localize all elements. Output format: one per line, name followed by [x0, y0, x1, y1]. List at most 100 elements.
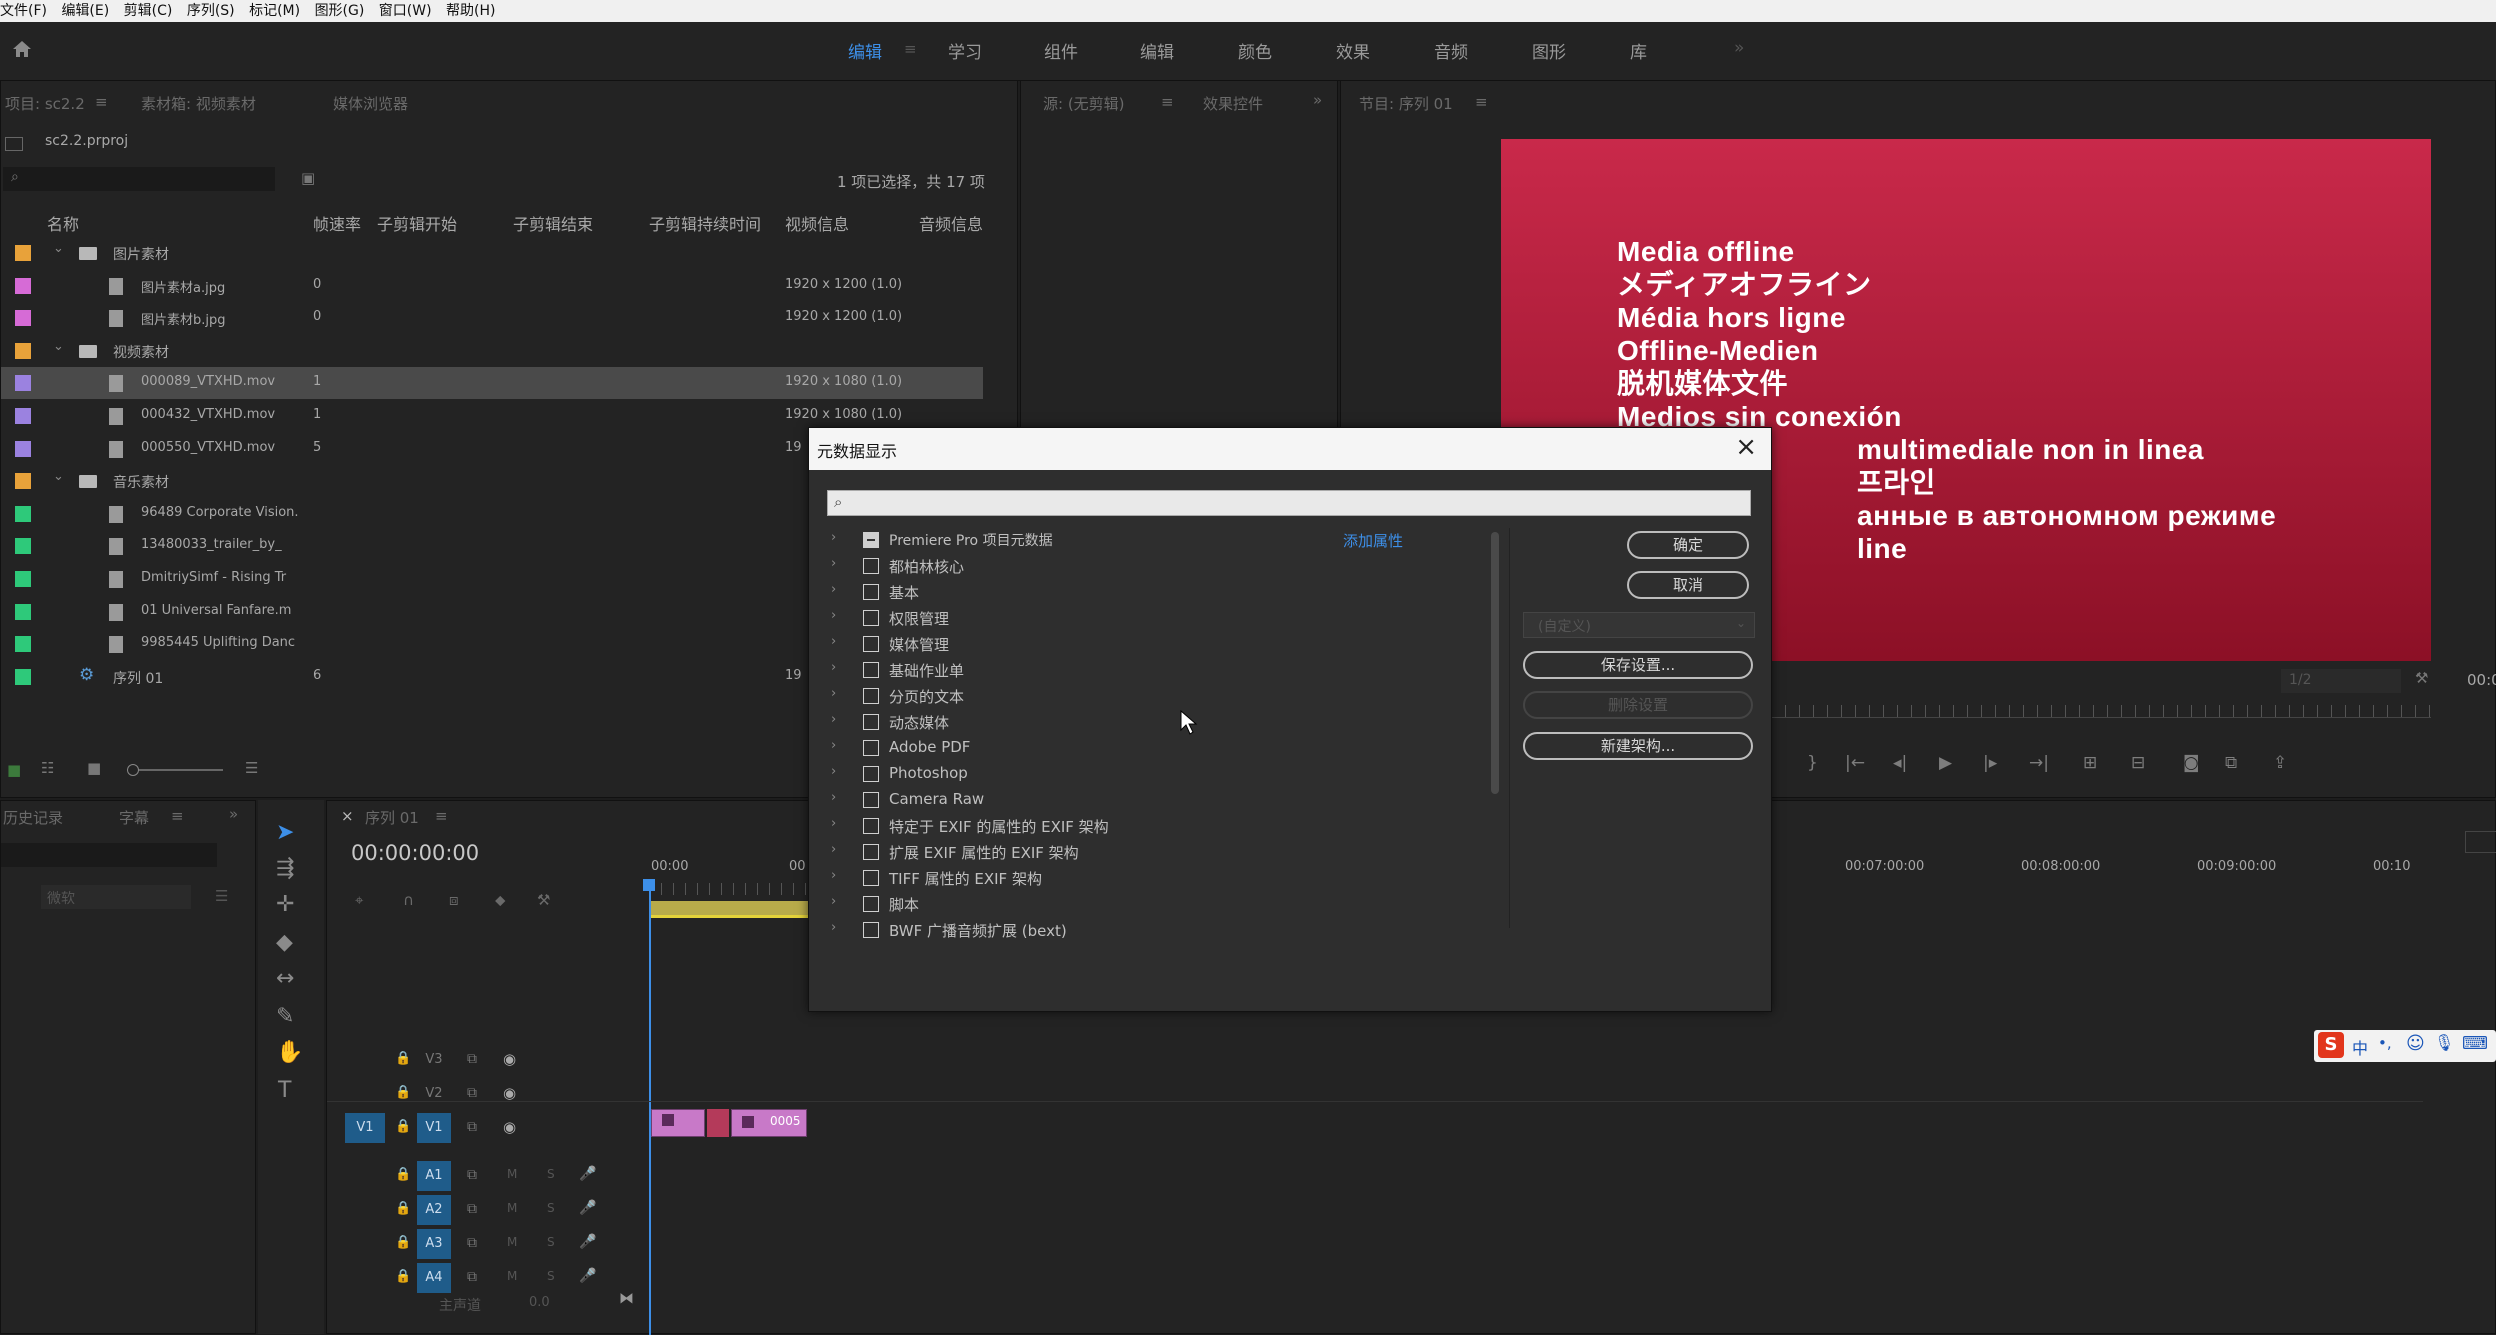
chevron-right-icon[interactable]: ›	[831, 920, 836, 935]
go-to-in-icon[interactable]: |←	[1845, 753, 1865, 773]
project-folder-row[interactable]: ⌄ 视频素材	[1, 335, 1001, 367]
export-frame-icon[interactable]: ◙	[2183, 753, 2200, 773]
metadata-schema-row[interactable]: › 分页的文本	[831, 684, 1509, 710]
track-lock-icon[interactable]: 🔒	[395, 1269, 411, 1284]
emoji-icon[interactable]: ☺	[2406, 1033, 2425, 1054]
dialog-close-icon[interactable]: ×	[1735, 432, 1757, 462]
tab-project[interactable]: 项目: sc2.2	[5, 93, 85, 114]
project-folder-row[interactable]: ⌄ 图片素材	[1, 237, 1001, 269]
schema-checkbox[interactable]	[863, 688, 879, 704]
ime-mode-label[interactable]: 中	[2352, 1035, 2368, 1059]
ime-punct-icon[interactable]: •,	[2378, 1034, 2392, 1052]
panel-overflow-icon[interactable]: »	[229, 805, 238, 823]
snap-icon[interactable]: ∩	[403, 891, 414, 909]
metadata-schema-row[interactable]: › TIFF 属性的 EXIF 架构	[831, 866, 1509, 892]
metadata-schema-row[interactable]: › 基础作业单	[831, 658, 1509, 684]
video-clip[interactable]	[651, 1109, 705, 1137]
workspace-tab-libraries[interactable]: 库	[1630, 38, 1647, 63]
label-color-swatch[interactable]	[15, 668, 31, 685]
step-forward-icon[interactable]: |▸	[1983, 753, 1997, 773]
eye-icon[interactable]: ◉	[503, 1084, 516, 1102]
selection-tool-icon[interactable]: ➤	[276, 820, 294, 845]
workspace-tab-effects[interactable]: 效果	[1336, 38, 1370, 63]
workspace-menu-icon[interactable]: ≡	[904, 40, 917, 58]
workspace-tab-assembly[interactable]: 组件	[1044, 38, 1078, 63]
column-subclip-end[interactable]: 子剪辑结束	[513, 211, 593, 235]
linked-selection-icon[interactable]: ⧈	[449, 891, 459, 909]
schema-checkbox[interactable]	[863, 714, 879, 730]
slip-icon[interactable]: ↔	[276, 966, 294, 991]
schema-checkbox[interactable]	[863, 636, 879, 652]
schema-checkbox[interactable]	[863, 532, 879, 548]
nest-icon[interactable]: ⌖	[355, 891, 363, 909]
label-color-swatch[interactable]	[15, 342, 31, 359]
go-to-end-icon[interactable]: ⧓	[619, 1289, 634, 1307]
label-color-swatch[interactable]	[15, 505, 31, 522]
metadata-schema-row[interactable]: › Camera Raw	[831, 788, 1509, 814]
tab-sequence[interactable]: 序列 01	[365, 807, 419, 828]
preset-dropdown[interactable]: (自定义) ⌄	[1523, 612, 1755, 638]
metadata-schema-row[interactable]: › Premiere Pro 项目元数据	[831, 528, 1509, 554]
track-label-a1[interactable]: A1	[417, 1161, 451, 1191]
microphone-icon[interactable]: 🎙	[2434, 1033, 2454, 1052]
zoom-slider[interactable]	[127, 764, 223, 776]
voice-over-record-icon[interactable]: 🎤	[579, 1200, 596, 1216]
menu-clip[interactable]: 剪辑(C)	[124, 0, 183, 21]
add-property-link[interactable]: 添加属性	[1343, 530, 1403, 551]
chevron-down-icon[interactable]: ⌄	[53, 469, 64, 484]
list-view-icon[interactable]: ☷	[41, 759, 54, 777]
toggle-sync-lock-icon[interactable]: ⧉	[467, 1201, 477, 1217]
timeline-divider[interactable]	[327, 1101, 2423, 1102]
track-lock-icon[interactable]: 🔒	[395, 1201, 411, 1216]
project-item-row[interactable]: 图片素材b.jpg 0 1920 x 1200 (1.0)	[1, 302, 1001, 334]
chevron-right-icon[interactable]: ›	[831, 738, 836, 753]
toggle-sync-lock-icon[interactable]: ⧉	[467, 1119, 477, 1135]
metadata-schema-row[interactable]: › Adobe PDF	[831, 736, 1509, 762]
wrench-icon[interactable]: ⚒	[2415, 669, 2428, 687]
video-clip[interactable]	[707, 1109, 729, 1137]
menu-file[interactable]: 文件(F)	[0, 0, 57, 21]
new-bin-icon[interactable]: ▣	[301, 169, 315, 187]
chevron-right-icon[interactable]: ›	[831, 764, 836, 779]
cancel-button[interactable]: 取消	[1627, 571, 1749, 599]
chevron-right-icon[interactable]: ›	[831, 608, 836, 623]
metadata-schema-row[interactable]: › BWF 广播音频扩展 (bext)	[831, 918, 1509, 944]
icon-view-icon[interactable]: ■	[87, 759, 101, 777]
mute-track-button[interactable]: M	[507, 1201, 517, 1215]
menu-window[interactable]: 窗口(W)	[379, 0, 442, 21]
menu-edit[interactable]: 编辑(E)	[61, 0, 119, 21]
ok-button[interactable]: 确定	[1627, 531, 1749, 559]
dialog-search-input[interactable]: ⌕	[827, 490, 1751, 516]
metadata-schema-row[interactable]: › 媒体管理	[831, 632, 1509, 658]
metadata-schema-row[interactable]: › 动态媒体	[831, 710, 1509, 736]
chevron-right-icon[interactable]: ›	[831, 634, 836, 649]
workspace-tab-edit[interactable]: 编辑	[1140, 38, 1174, 63]
voice-over-record-icon[interactable]: 🎤	[579, 1166, 596, 1182]
label-color-swatch[interactable]	[15, 571, 31, 587]
metadata-schema-row[interactable]: › 脚本	[831, 892, 1509, 918]
track-label-a3[interactable]: A3	[417, 1229, 451, 1259]
chevron-right-icon[interactable]: ›	[831, 660, 836, 675]
label-color-swatch[interactable]	[15, 603, 31, 620]
timeline-ruler[interactable]	[649, 883, 809, 895]
eye-icon[interactable]: ◉	[503, 1050, 516, 1068]
play-icon[interactable]: ▶	[1939, 753, 1952, 773]
label-color-swatch[interactable]	[15, 277, 31, 294]
voice-over-record-icon[interactable]: 🎤	[579, 1234, 596, 1250]
share-icon[interactable]: ⇪	[2273, 753, 2287, 773]
track-select-icon[interactable]: ⇶	[276, 856, 294, 881]
captions-filter-dropdown[interactable]: 微软	[41, 885, 191, 909]
menu-graphics[interactable]: 图形(G)	[315, 0, 375, 21]
chevron-right-icon[interactable]: ›	[831, 556, 836, 571]
captions-search-input[interactable]	[1, 843, 217, 867]
close-icon[interactable]: ×	[341, 807, 354, 825]
schema-checkbox[interactable]	[863, 766, 879, 782]
track-label-v1[interactable]: V1	[417, 1113, 451, 1143]
type-tool-icon[interactable]: T	[278, 1078, 291, 1103]
overwrite-icon[interactable]: ⊟	[2131, 753, 2145, 773]
chevron-right-icon[interactable]: ›	[831, 868, 836, 883]
schema-checkbox[interactable]	[863, 610, 879, 626]
comparison-view-icon[interactable]: ⧉	[2225, 753, 2237, 773]
schema-checkbox[interactable]	[863, 792, 879, 808]
label-color-swatch[interactable]	[15, 440, 31, 457]
